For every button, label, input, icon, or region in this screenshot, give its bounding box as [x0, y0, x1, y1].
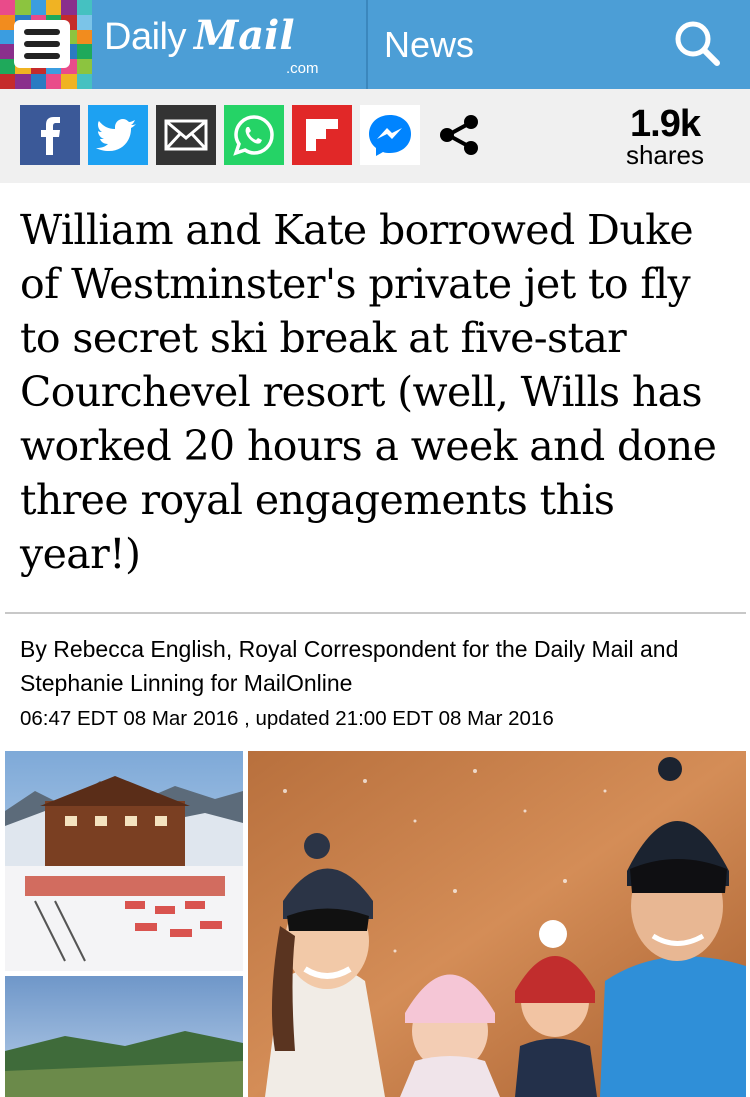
logo-mail-text: Mail [193, 12, 295, 59]
messenger-icon [369, 115, 411, 156]
headline-divider [5, 612, 746, 614]
article-headline: William and Kate borrowed Duke of Westmi… [20, 206, 717, 578]
section-title[interactable]: News [384, 24, 474, 66]
email-share-button[interactable] [156, 105, 216, 165]
header-divider [366, 0, 368, 89]
whatsapp-share-button[interactable] [224, 105, 284, 165]
email-icon [164, 119, 208, 151]
logo-com-text: .com [286, 60, 319, 77]
flipboard-share-button[interactable] [292, 105, 352, 165]
article-byline[interactable]: By Rebecca English, Royal Correspondent … [20, 632, 730, 700]
search-icon[interactable] [672, 18, 722, 68]
resort-photo [5, 751, 243, 971]
share-count-label: shares [625, 140, 705, 170]
landscape-photo [5, 976, 243, 1097]
site-logo[interactable]: Daily Mail [104, 12, 295, 59]
family-photo [248, 751, 746, 1097]
share-count: 1.9k shares [610, 103, 720, 170]
top-header: Daily Mail .com News [0, 0, 750, 89]
share-icon [440, 115, 478, 155]
share-count-number: 1.9k [630, 103, 701, 145]
article-dateline: 06:47 EDT 08 Mar 2016 , updated 21:00 ED… [20, 707, 554, 730]
twitter-icon [96, 119, 136, 151]
messenger-share-button[interactable] [360, 105, 420, 165]
facebook-icon [41, 117, 60, 155]
flipboard-icon [306, 119, 338, 151]
hamburger-menu-icon[interactable] [14, 20, 70, 68]
logo-daily-text: Daily [104, 16, 186, 58]
facebook-share-button[interactable] [20, 105, 80, 165]
whatsapp-icon [233, 115, 274, 156]
article-hero-image[interactable] [5, 751, 746, 1097]
twitter-share-button[interactable] [88, 105, 148, 165]
more-share-button[interactable] [428, 105, 488, 165]
